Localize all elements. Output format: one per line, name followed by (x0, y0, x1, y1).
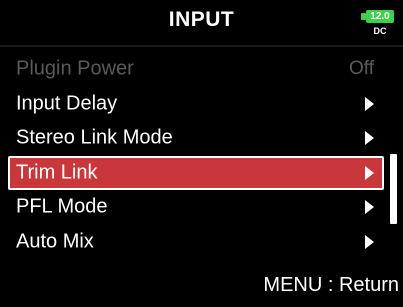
menu-item-label: Input Delay (16, 92, 118, 115)
scrollbar[interactable] (390, 60, 398, 260)
power-source-label: DC (373, 26, 387, 36)
menu-item-trim-link[interactable]: Trim Link (8, 155, 384, 190)
page-title: INPUT (168, 8, 235, 31)
battery-icon: 12.0 DC (360, 10, 398, 40)
chevron-right-icon (365, 96, 374, 111)
header-divider (0, 45, 403, 47)
chevron-right-icon (365, 200, 374, 215)
menu-item-value: Off (349, 58, 374, 80)
battery-voltage: 12.0 (370, 11, 390, 22)
menu-item-label: Trim Link (16, 161, 98, 184)
chevron-right-icon (365, 165, 374, 180)
scrollbar-thumb[interactable] (390, 154, 397, 224)
device-screen: INPUT 12.0 DC Plugin Power Off Input Del… (0, 0, 403, 307)
menu-item-label: Auto Mix (16, 230, 94, 253)
menu-item-plugin-power: Plugin Power Off (8, 52, 384, 87)
chevron-right-icon (365, 234, 374, 249)
menu-item-label: Stereo Link Mode (16, 126, 173, 149)
menu-item-label: Plugin Power (16, 57, 134, 80)
footer-hint: MENU : Return (263, 274, 399, 296)
chevron-right-icon (365, 131, 374, 146)
header: INPUT 12.0 DC (0, 0, 403, 45)
menu-item-stereo-link-mode[interactable]: Stereo Link Mode (8, 121, 384, 156)
menu-item-auto-mix[interactable]: Auto Mix (8, 225, 384, 260)
menu-item-pfl-mode[interactable]: PFL Mode (8, 190, 384, 225)
menu-item-label: PFL Mode (16, 195, 108, 218)
menu-list: Plugin Power Off Input Delay Stereo Link… (8, 52, 384, 259)
menu-item-input-delay[interactable]: Input Delay (8, 87, 384, 122)
